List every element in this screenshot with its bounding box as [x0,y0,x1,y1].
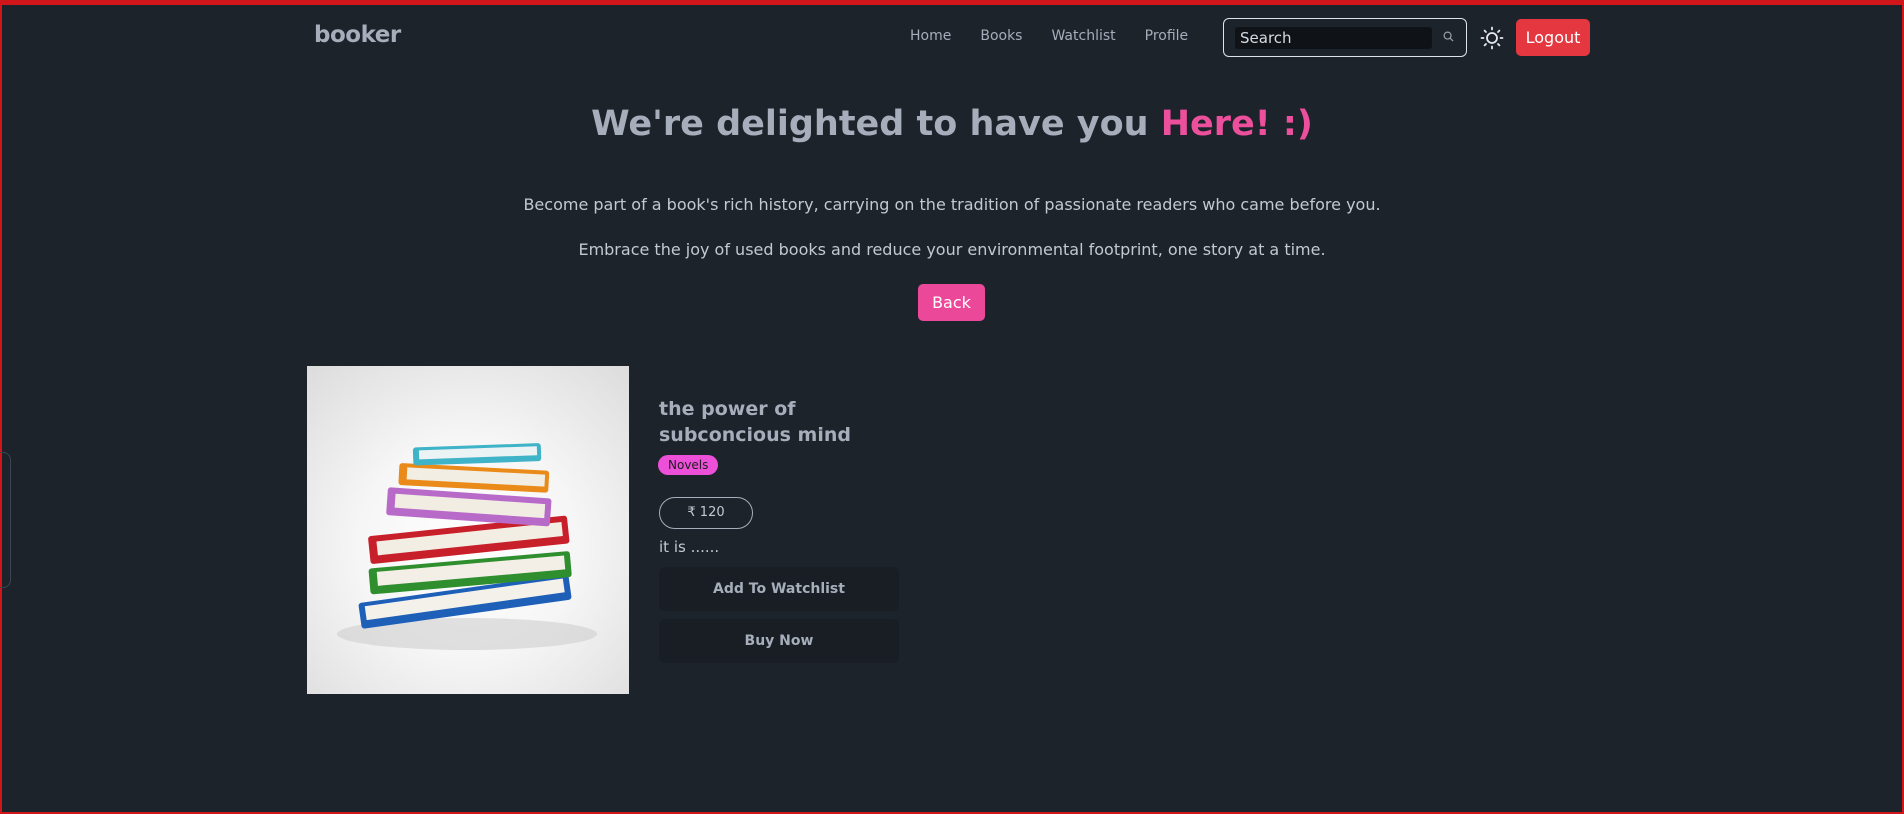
book-description: it is ...... [659,538,720,556]
category-badge: Novels [658,455,719,475]
side-drawer-tab[interactable] [0,452,11,588]
search-icon[interactable] [1443,31,1454,42]
nav-item-home[interactable]: Home [910,28,951,44]
logout-button[interactable]: Logout [1516,19,1590,56]
buy-now-button[interactable]: Buy Now [659,619,899,663]
sun-icon[interactable] [1480,26,1504,50]
hero-paragraph-2: Embrace the joy of used books and reduce… [578,240,1326,259]
nav-item-watchlist[interactable]: Watchlist [1051,28,1115,44]
nav-item-books[interactable]: Books [980,28,1022,44]
stacked-books-image [337,443,597,650]
brand-logo[interactable]: booker [314,22,401,48]
add-to-watchlist-button[interactable]: Add To Watchlist [659,567,899,611]
hero-paragraph-1: Become part of a book's rich history, ca… [523,195,1381,214]
back-button[interactable]: Back [918,284,985,321]
hero-title: We're delighted to have you Here! :) [0,104,1904,144]
hero-title-highlight: Here! :) [1160,104,1313,144]
book-cover-image [307,366,629,694]
navbar: booker Home Books Watchlist Profile Sear… [306,18,1590,58]
search-input[interactable]: Search [1235,27,1432,49]
price-tag: ₹ 120 [659,497,753,529]
nav-item-profile[interactable]: Profile [1145,28,1189,44]
search-box: Search [1223,18,1467,57]
book-title: the power of subconcious mind [659,398,851,446]
hero-title-main: We're delighted to have you [591,104,1161,144]
nav-menu: Home Books Watchlist Profile [910,28,1217,44]
